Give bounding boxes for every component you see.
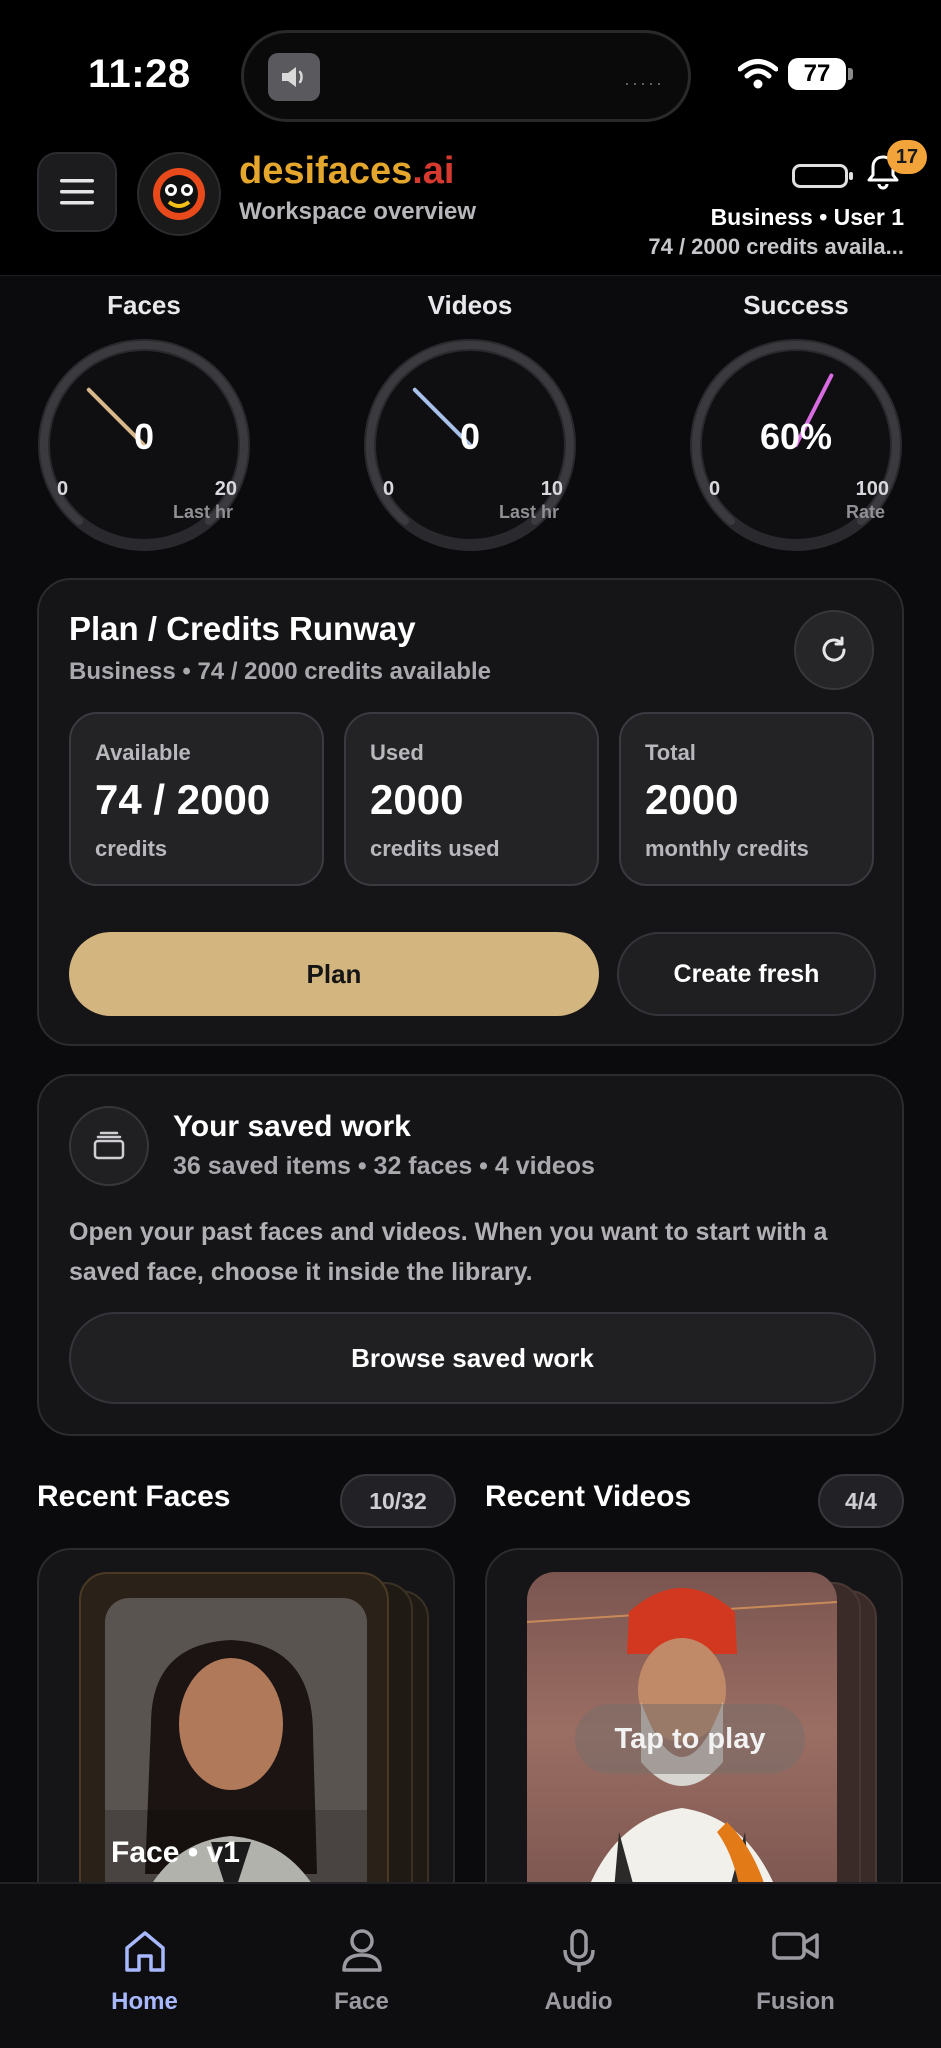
gauge-value: 60% xyxy=(759,416,833,457)
stat-note: monthly credits xyxy=(645,836,809,861)
gauge-title: Success xyxy=(743,290,849,320)
nav-fusion[interactable]: Fusion xyxy=(678,1884,913,2048)
battery-level: 77 xyxy=(788,58,846,90)
wifi-icon xyxy=(737,58,779,95)
gauge-caption: Last hr xyxy=(172,502,233,522)
dots-icon: ····· xyxy=(624,73,664,93)
plan-title: Plan / Credits Runway xyxy=(69,610,416,647)
stat-label: Used xyxy=(370,740,424,765)
microphone-icon xyxy=(461,1928,696,1974)
gauge-videos: Videos 0 0 10 Last hr xyxy=(355,282,585,552)
plan-subtitle: Business • 74 / 2000 credits available xyxy=(69,658,491,685)
toggle-outline-icon[interactable] xyxy=(792,164,853,188)
recent-faces-count[interactable]: 10/32 xyxy=(340,1474,456,1528)
gauge-max: 20 xyxy=(214,478,237,500)
plan-credits-card: Plan / Credits Runway Business • 74 / 20… xyxy=(37,578,904,1046)
stat-value: 2000 xyxy=(370,776,464,823)
gauge-success: Success 60% 0 100 Rate xyxy=(681,282,911,552)
gauge-caption: Last hr xyxy=(498,502,559,522)
menu-button[interactable] xyxy=(37,152,117,232)
brand-logo[interactable] xyxy=(137,152,221,236)
saved-title: Your saved work xyxy=(173,1110,411,1143)
nav-label: Fusion xyxy=(756,1988,835,2015)
gauge-min: 0 xyxy=(57,478,69,500)
tap-to-play-button[interactable]: Tap to play xyxy=(575,1704,805,1774)
account-label: Business • User 1 xyxy=(710,204,904,230)
hamburger-icon xyxy=(60,179,94,205)
gauge-min: 0 xyxy=(709,478,721,500)
browse-saved-button[interactable]: Browse saved work xyxy=(69,1312,876,1404)
saved-subtitle: 36 saved items • 32 faces • 4 videos xyxy=(173,1152,595,1180)
stat-label: Available xyxy=(95,740,191,765)
nav-label: Audio xyxy=(544,1988,613,2015)
gauge-min: 0 xyxy=(383,478,395,500)
brand-name-suffix: .ai xyxy=(412,150,455,192)
stat-available: Available 74 / 2000 credits xyxy=(69,712,324,886)
recent-videos-title: Recent Videos xyxy=(485,1480,692,1513)
create-fresh-button[interactable]: Create fresh xyxy=(617,932,876,1016)
nav-face[interactable]: Face xyxy=(244,1884,479,2048)
status-bar: 11:28 ····· 77 xyxy=(0,0,941,140)
gauge-caption: Rate xyxy=(845,502,885,522)
stat-label: Total xyxy=(645,740,696,765)
gauge-value: 0 xyxy=(459,416,481,457)
speaker-icon xyxy=(268,53,320,101)
brand-name: desifaces.ai xyxy=(239,150,454,193)
refresh-button[interactable] xyxy=(794,610,874,690)
stat-note: credits xyxy=(95,836,168,861)
stat-value: 74 / 2000 xyxy=(95,776,271,823)
gauge-max: 100 xyxy=(855,478,889,500)
video-camera-icon xyxy=(678,1928,913,1964)
person-icon xyxy=(244,1928,479,1974)
stat-total: Total 2000 monthly credits xyxy=(619,712,874,886)
gauge-title: Faces xyxy=(107,290,181,320)
nav-label: Face xyxy=(334,1988,389,2015)
status-time: 11:28 xyxy=(88,52,191,96)
nav-audio[interactable]: Audio xyxy=(461,1884,696,2048)
saved-description: Open your past faces and videos. When yo… xyxy=(69,1218,828,1286)
gauge-faces: Faces 0 0 20 Last hr xyxy=(29,282,259,552)
notification-badge: 17 xyxy=(887,140,927,174)
gauge-value: 0 xyxy=(133,416,155,457)
page-subtitle: Workspace overview xyxy=(239,198,477,225)
saved-work-card: Your saved work 36 saved items • 32 face… xyxy=(37,1074,904,1436)
nav-label: Home xyxy=(111,1988,178,2015)
battery-nub xyxy=(848,68,853,80)
recent-videos-count[interactable]: 4/4 xyxy=(818,1474,904,1528)
stat-used: Used 2000 credits used xyxy=(344,712,599,886)
plan-button[interactable]: Plan xyxy=(69,932,599,1016)
refresh-icon xyxy=(822,636,846,662)
stat-value: 2000 xyxy=(645,776,739,823)
recent-faces-title: Recent Faces xyxy=(37,1480,231,1513)
brand-name-main: desifaces xyxy=(239,150,413,192)
credits-summary: 74 / 2000 credits availa... xyxy=(648,234,904,259)
bottom-navigation: Home Face Audio Fusion xyxy=(0,1882,941,2048)
gauge-title: Videos xyxy=(427,290,513,320)
stat-note: credits used xyxy=(370,836,500,861)
nav-home[interactable]: Home xyxy=(27,1884,262,2048)
app-header: desifaces.ai Workspace overview 17 Busin… xyxy=(0,140,941,276)
face-label: Face • v1 xyxy=(111,1836,240,1869)
dynamic-island: ····· xyxy=(241,30,691,122)
gauge-max: 10 xyxy=(540,478,563,500)
home-icon xyxy=(27,1928,262,1974)
archive-icon xyxy=(69,1106,149,1186)
